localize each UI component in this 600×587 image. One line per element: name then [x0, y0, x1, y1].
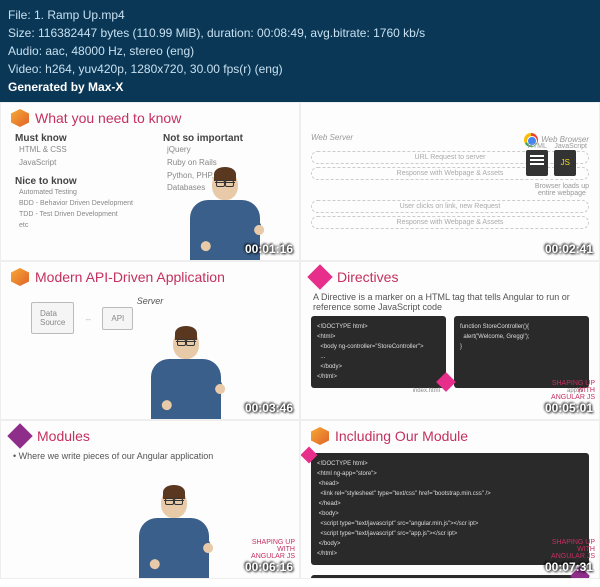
timestamp: 00:07:31 [545, 560, 593, 574]
hex-icon [11, 109, 29, 127]
flow-row: Response with Webpage & Assets [311, 216, 589, 229]
presenter-figure [139, 488, 209, 578]
thumbnail-grid: What you need to know Must know HTML & C… [0, 102, 600, 579]
must-know-list: HTML & CSS JavaScript [15, 144, 133, 170]
slide-title: What you need to know [1, 103, 299, 133]
code-block-html: <!DOCTYPE html> <html> <body ng-controll… [311, 316, 446, 388]
thumb-5[interactable]: Modules • Where we write pieces of our A… [0, 420, 300, 579]
file-line: File: 1. Ramp Up.mp4 [8, 6, 592, 24]
datasource-box: Data Source [31, 302, 74, 334]
thumb-1[interactable]: What you need to know Must know HTML & C… [0, 102, 300, 261]
timestamp: 00:01:16 [245, 242, 293, 256]
slide-title: Modern API-Driven Application [1, 262, 299, 292]
timestamp: 00:02:41 [545, 242, 593, 256]
js-icon [554, 150, 576, 176]
thumb-3[interactable]: Modern API-Driven Application Server Dat… [0, 261, 300, 420]
thumb-6[interactable]: Including Our Module <!DOCTYPE html> <ht… [300, 420, 600, 579]
video-line: Video: h264, yuv420p, 1280x720, 30.00 fp… [8, 60, 592, 78]
brand-badge: SHAPING UP WITH ANGULAR JS [551, 380, 595, 401]
html-icon [526, 150, 548, 176]
diamond-icon [7, 423, 32, 448]
description: • Where we write pieces of our Angular a… [1, 451, 299, 461]
brand-badge: SHAPING UP WITH ANGULAR JS [551, 539, 595, 560]
must-know-header: Must know [15, 133, 133, 144]
diamond-icon [307, 264, 332, 289]
size-line: Size: 116382447 bytes (110.99 MiB), dura… [8, 24, 592, 42]
doc-icons: HTML JavaScript [526, 143, 587, 176]
notso-header: Not so important [163, 133, 243, 144]
hex-icon [11, 268, 29, 286]
slide-title: Directives [301, 262, 599, 292]
timestamp: 00:06:16 [245, 560, 293, 574]
code-block-js: var app = angular.module('store', [ ]);a… [311, 575, 589, 579]
file-info-header: File: 1. Ramp Up.mp4 Size: 116382447 byt… [0, 0, 600, 102]
generated-line: Generated by Max-X [8, 78, 592, 96]
flow-row: User clicks on link, new Request [311, 200, 589, 213]
web-server-label: Web Server [311, 133, 353, 147]
timestamp: 00:03:46 [245, 401, 293, 415]
code-block-html: <!DOCTYPE html> <html ng-app="store"> <h… [311, 453, 589, 565]
slide-title: Modules [1, 421, 299, 451]
description: A Directive is a marker on a HTML tag th… [301, 292, 599, 312]
hex-icon [311, 427, 329, 445]
audio-line: Audio: aac, 48000 Hz, stereo (eng) [8, 42, 592, 60]
brand-badge: SHAPING UP WITH ANGULAR JS [251, 539, 295, 560]
nice-header: Nice to know [15, 176, 133, 187]
thumb-2[interactable]: Web ServerWeb Browser URL Request to ser… [300, 102, 600, 261]
code-block-js: function StoreController(){ alert('Welco… [454, 316, 589, 388]
diamond-icon [436, 372, 456, 392]
slide-title: Including Our Module [301, 421, 599, 451]
thumb-4[interactable]: Directives A Directive is a marker on a … [300, 261, 600, 420]
api-box: API [102, 307, 133, 330]
nice-list: Automated Testing BDD - Behavior Driven … [15, 187, 133, 232]
server-diagram: Data Source ↔ API [31, 302, 133, 334]
timestamp: 00:05:01 [545, 401, 593, 415]
note: Browser loads up entire webpage [535, 183, 589, 197]
presenter-figure [151, 329, 221, 419]
